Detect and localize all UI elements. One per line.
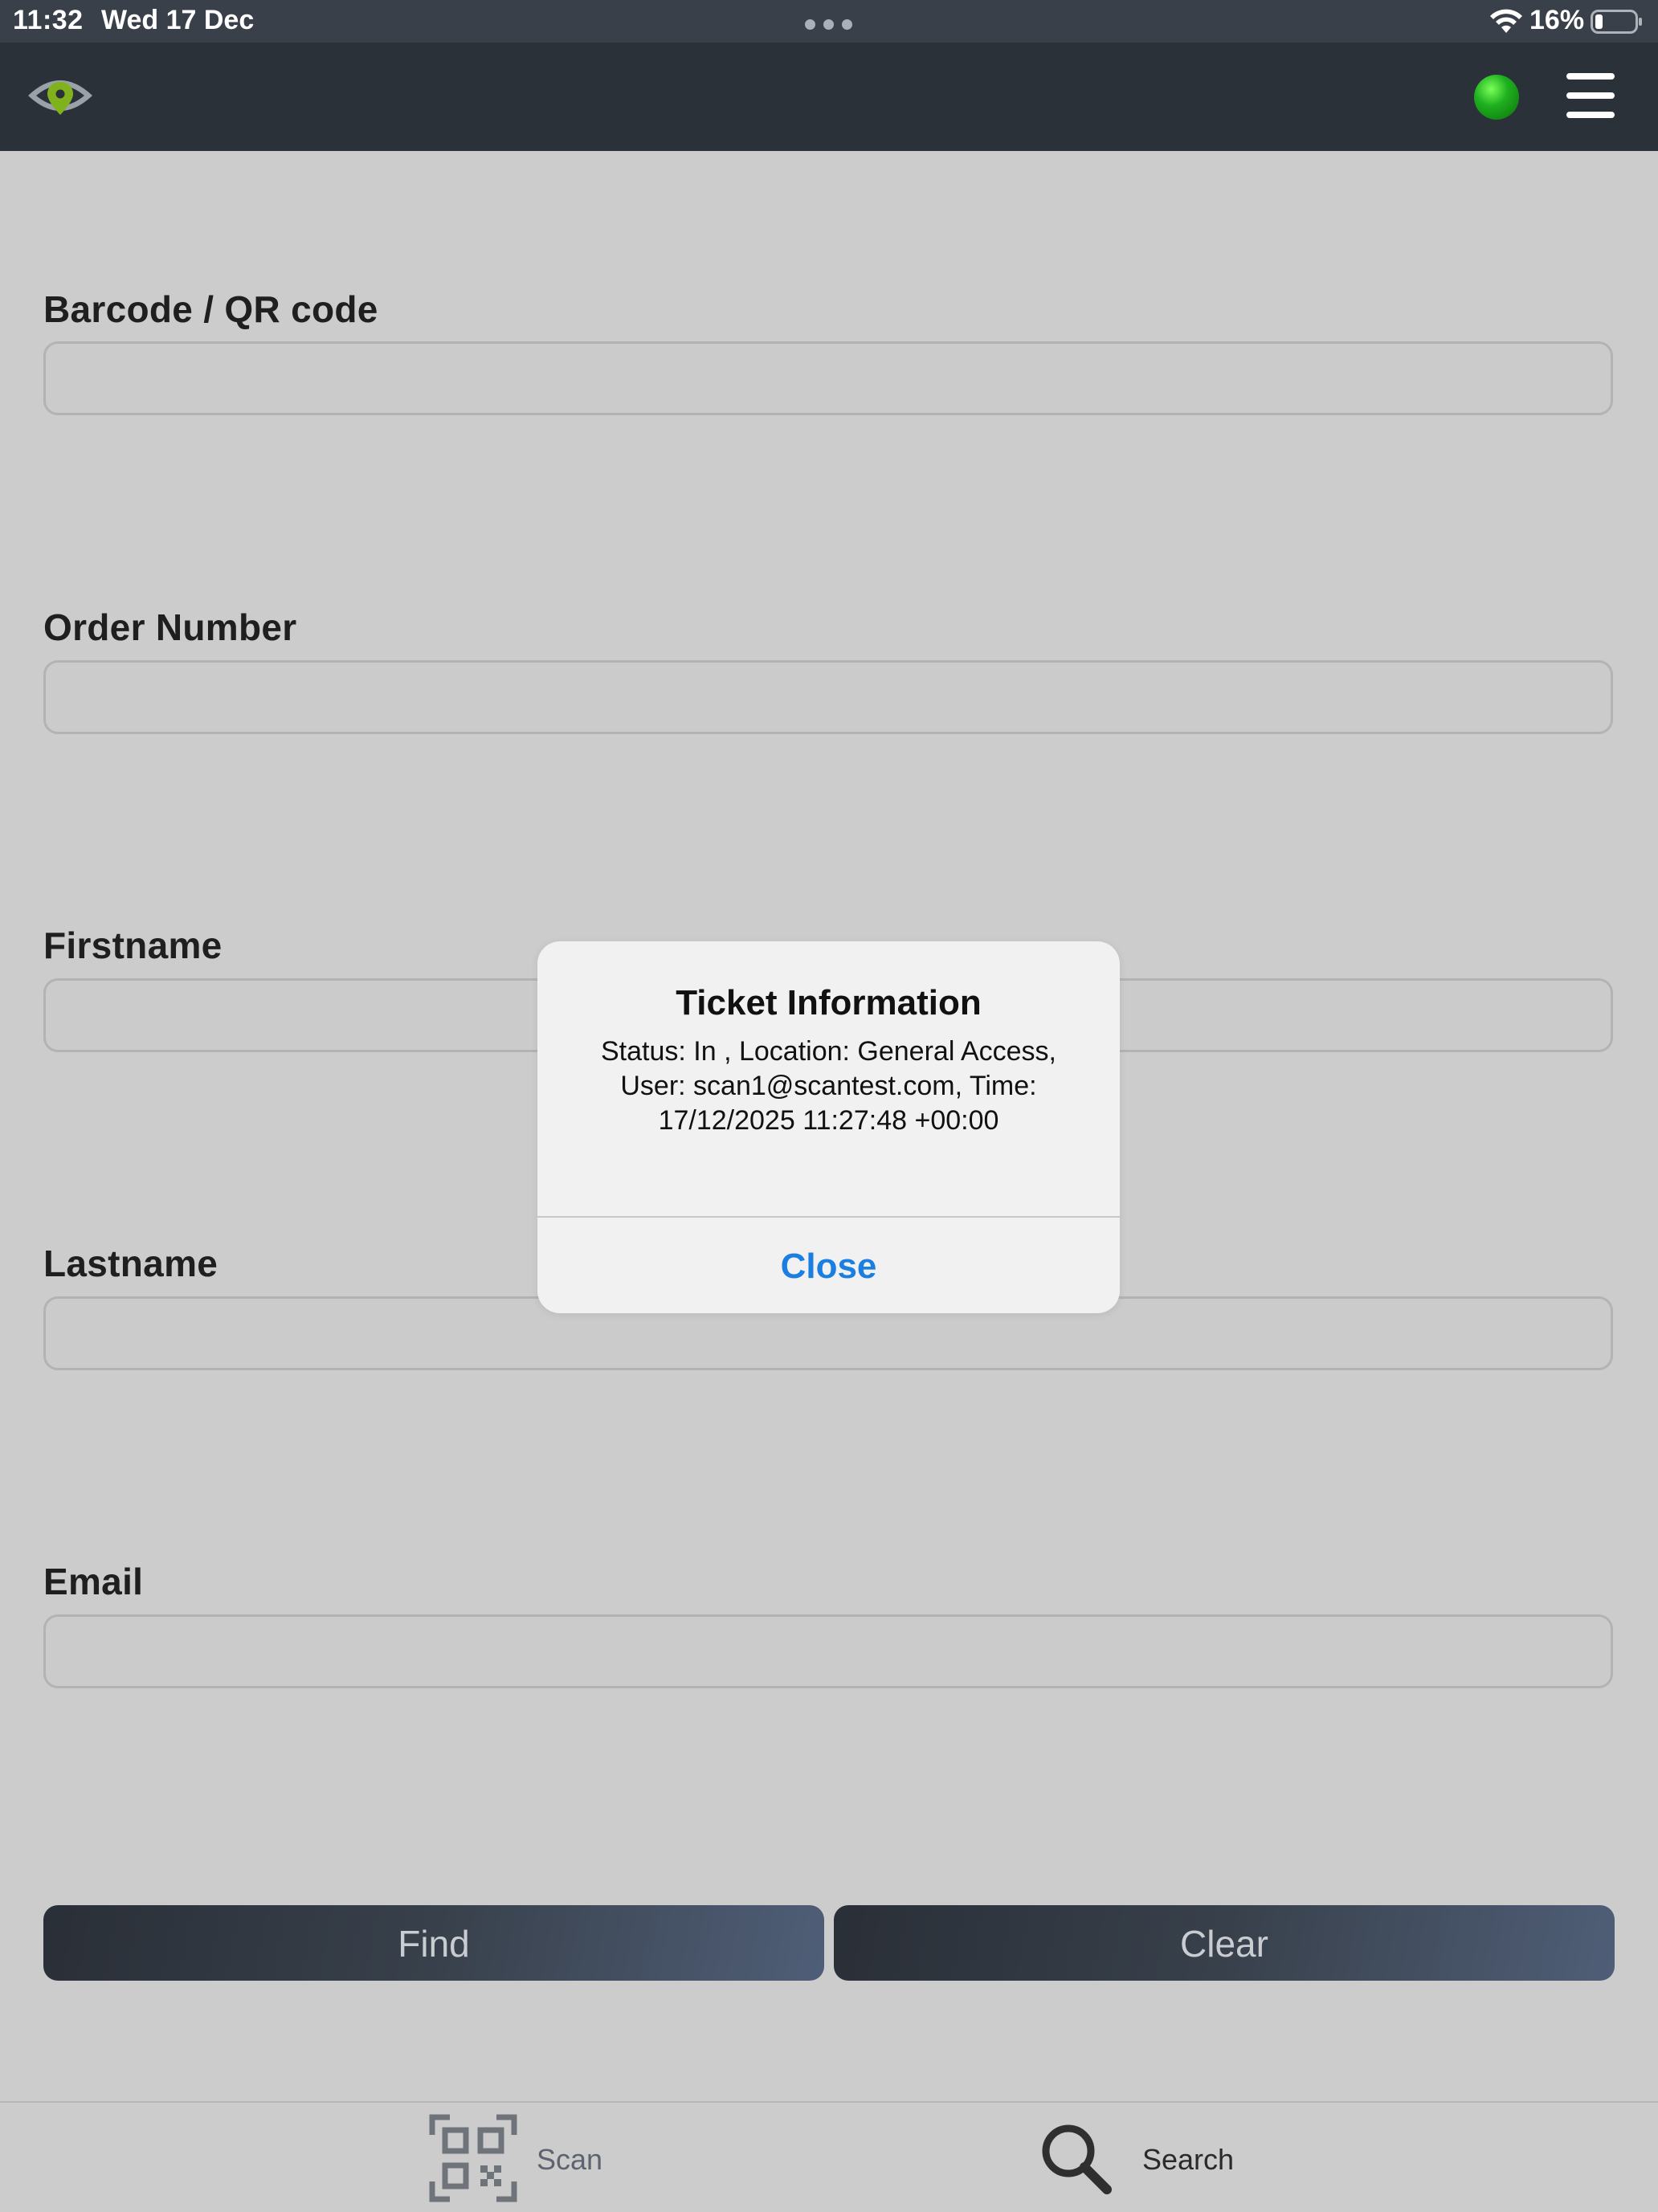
dialog-message: Status: In , Location: General Access, U… xyxy=(562,1035,1096,1138)
ticket-information-dialog: Ticket Information Status: In , Location… xyxy=(537,941,1120,1313)
dialog-message-line: 17/12/2025 11:27:48 +00:00 xyxy=(658,1105,999,1136)
bottom-tab-bar: Scan Search xyxy=(0,2101,1658,2212)
multitasking-dots-icon[interactable] xyxy=(805,19,853,31)
tab-scan-label: Scan xyxy=(537,2143,603,2176)
battery-icon xyxy=(1591,10,1642,34)
hamburger-menu-icon[interactable] xyxy=(1566,73,1615,118)
tab-search[interactable]: Search xyxy=(1036,2114,1245,2202)
eye-location-pin-icon[interactable] xyxy=(26,71,95,120)
firstname-label: Firstname xyxy=(43,924,223,966)
order-number-label: Order Number xyxy=(43,606,297,648)
tab-scan[interactable]: Scan xyxy=(426,2114,627,2202)
status-time: 11:32 xyxy=(13,5,84,35)
dialog-title: Ticket Information xyxy=(676,983,982,1022)
tab-search-label: Search xyxy=(1142,2143,1235,2176)
top-app-bar xyxy=(0,43,1658,151)
email-input[interactable] xyxy=(43,1614,1613,1688)
order-number-input[interactable] xyxy=(43,660,1613,734)
barcode-label: Barcode / QR code xyxy=(43,288,378,330)
find-button[interactable]: Find xyxy=(43,1905,824,1981)
qr-code-icon xyxy=(429,2114,517,2202)
close-button[interactable]: Close xyxy=(537,1218,1120,1313)
magnifier-icon xyxy=(1042,2124,1112,2194)
battery-percent: 16% xyxy=(1529,5,1585,35)
status-bar: 11:32 Wed 17 Dec 16% xyxy=(0,0,1658,43)
wifi-icon xyxy=(1490,9,1522,33)
email-label: Email xyxy=(43,1561,144,1602)
dialog-message-line: Status: In , Location: General Access, xyxy=(601,1036,1056,1067)
dialog-message-line: User: scan1@scantest.com, Time: xyxy=(620,1071,1037,1101)
lastname-label: Lastname xyxy=(43,1243,218,1284)
clear-button[interactable]: Clear xyxy=(834,1905,1615,1981)
connection-status-indicator xyxy=(1474,75,1519,120)
barcode-input[interactable] xyxy=(43,341,1613,415)
status-date: Wed 17 Dec xyxy=(101,5,255,35)
